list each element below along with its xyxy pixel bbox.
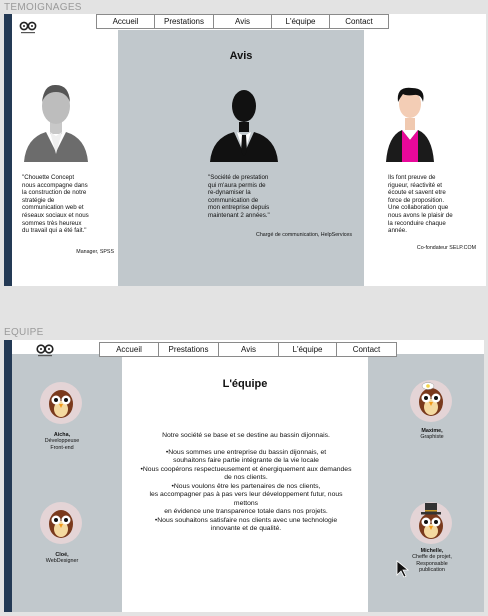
testimonial-3-text: Ils font preuve de rigueur, réactivité e… [388, 174, 482, 235]
member-name: Aicha, [53, 432, 71, 438]
navbar: Accueil Prestations Avis L'équipe Contac… [99, 342, 397, 357]
testimonial-1-text: "Chouette Concept nous accompagne dans l… [22, 174, 112, 235]
nav-prestations[interactable]: Prestations [159, 343, 219, 356]
member-role: Front-end [50, 444, 74, 451]
nav-prestations[interactable]: Prestations [155, 15, 214, 28]
temoignages-frame: Accueil Prestations Avis L'équipe Contac… [4, 14, 486, 286]
quote-line: réseaux sociaux et nous [22, 211, 89, 219]
section-label-equipe: EQUIPE [4, 327, 44, 338]
owl-avatar-icon [49, 390, 73, 418]
nav-contact[interactable]: Contact [330, 15, 388, 28]
left-stripe [4, 340, 12, 612]
quote-line: Ils font preuve de [388, 174, 436, 181]
quote-line: Une collaboration que [388, 204, 449, 212]
quote-line: sommes très heureux [22, 219, 82, 227]
equipe-frame: Accueil Prestations Avis L'équipe Contac… [4, 340, 484, 612]
description-line: Notre société se base et se destine au b… [162, 432, 330, 439]
member-cloe-info: Cloé, WebDesigner [22, 552, 102, 565]
man-silhouette-gray-icon [24, 84, 88, 162]
member-name: Maxime, [421, 428, 443, 434]
description-line: •Nous coopérons respectueusement et éner… [140, 465, 352, 473]
description-line: •Nous voulons être les partenaires de no… [171, 482, 321, 490]
member-name: Cloé, [55, 552, 69, 558]
quote-line: rigueur, réactivité et [388, 181, 442, 189]
quote-line: force de proposition. [388, 196, 445, 204]
testimonial-1-author: Manager, SPSS [76, 249, 114, 255]
nav-contact[interactable]: Contact [337, 343, 396, 356]
quote-line: la reconduire chaque [388, 219, 446, 227]
nav-accueil[interactable]: Accueil [97, 15, 155, 28]
member-role: WebDesigner [45, 558, 79, 565]
quote-line: année. [388, 227, 407, 235]
testimonial-2-author: Chargé de communication, HelpServices [256, 232, 352, 238]
quote-line: la construction de notre [22, 189, 87, 197]
member-maxime-info: Maxime, Graphiste [392, 428, 472, 441]
member-michelle-avatar [410, 502, 452, 544]
nav-avis[interactable]: Avis [214, 15, 272, 28]
page-title: L'équipe [222, 378, 268, 390]
description-line: innovante et de qualité. [210, 525, 282, 532]
owl-avatar-idea-icon [419, 382, 443, 416]
member-maxime-avatar [410, 380, 452, 422]
navbar: Accueil Prestations Avis L'équipe Contac… [96, 14, 389, 29]
quote-line: nous accompagne dans [22, 181, 88, 189]
member-role: Graphiste [420, 434, 444, 441]
quote-line: "Société de prestation [208, 174, 269, 181]
testimonial-2-text: "Société de prestation qui m'aura permis… [208, 174, 308, 220]
member-cloe-avatar [40, 502, 82, 544]
description-line: les accompagner pas à pas vers leur déve… [149, 491, 343, 498]
quote-line: stratégie de [22, 196, 55, 204]
quote-line: "Chouette Concept [22, 174, 75, 181]
quote-line: communication de [208, 196, 259, 204]
owl-avatar-tophat-icon [419, 503, 443, 539]
description-line: souhaitons faire partie intégrante de la… [173, 457, 319, 464]
description-line: en évidence une transparence totale dans… [164, 508, 328, 515]
description-line: •Nous souhaitons satisfaire nos clients … [154, 516, 338, 524]
description-line: mettons [233, 499, 259, 507]
quote-line: qui m'aura permis de [208, 181, 266, 189]
man-silhouette-black-icon [210, 90, 278, 162]
quote-line: du travail qui a été fait." [22, 227, 87, 235]
section-label-temoignages: TEMOIGNAGES [4, 2, 82, 13]
page-title: Avis [229, 50, 253, 62]
nav-equipe[interactable]: L'équipe [272, 15, 330, 28]
testimonial-3-author: Co-fondateur SELP.COM [416, 245, 476, 251]
quote-line: maintenant 2 années." [208, 211, 270, 219]
member-name: Michelle, [420, 548, 444, 554]
nav-accueil[interactable]: Accueil [100, 343, 159, 356]
description-line: de nos clients. [224, 474, 268, 481]
mouse-cursor-icon [396, 560, 410, 578]
member-aicha-info: Aicha, Développeuse Front-end [22, 432, 102, 451]
quote-line: mon entreprise depuis [208, 204, 270, 212]
left-stripe [4, 14, 12, 286]
quote-line: communication web et [22, 204, 84, 212]
description-line: •Nous sommes une entreprise du bassin di… [165, 448, 327, 456]
quote-line: re-dynamiser la [208, 189, 251, 197]
logo-icon[interactable] [18, 21, 38, 35]
nav-avis[interactable]: Avis [219, 343, 279, 356]
owl-avatar-icon [49, 510, 73, 538]
member-aicha-avatar [40, 382, 82, 424]
quote-line: nous avons le plaisir de [388, 211, 453, 219]
man-portrait-magenta-shirt-icon [386, 87, 434, 162]
equipe-description: Notre société se base et se destine au b… [126, 432, 366, 534]
logo-icon[interactable] [34, 344, 56, 358]
quote-line: écoute et savent etre [388, 189, 446, 197]
nav-equipe[interactable]: L'équipe [279, 343, 337, 356]
